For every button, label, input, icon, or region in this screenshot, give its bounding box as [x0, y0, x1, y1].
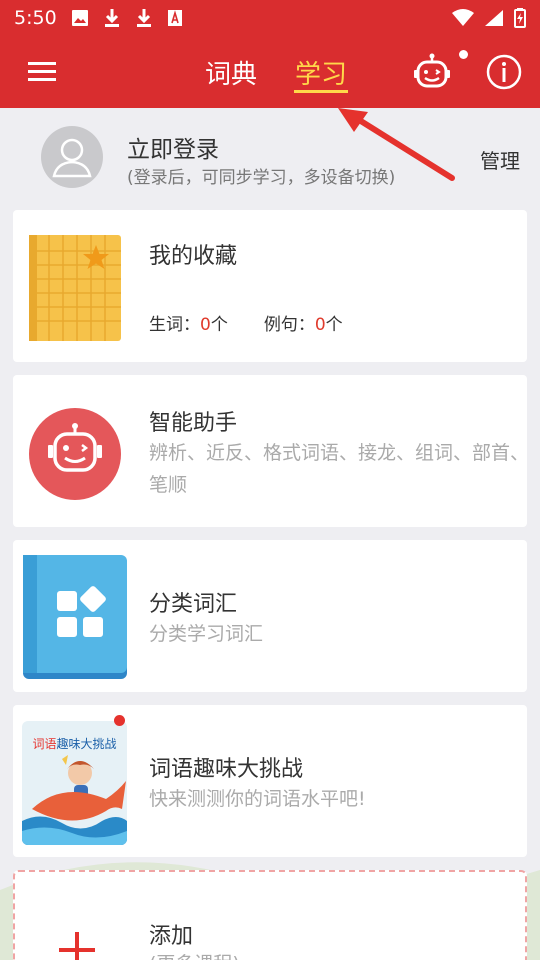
challenge-card[interactable]: 词语趣味大挑战 词语趣味大挑战 快来测测你的词语水平吧!	[13, 705, 527, 857]
status-time: 5:50	[14, 7, 57, 29]
active-tab-indicator	[294, 90, 348, 93]
robot-icon	[29, 408, 121, 500]
add-title: 添加	[149, 924, 194, 949]
login-title[interactable]: 立即登录	[127, 130, 219, 164]
add-course-card[interactable]: 添加 (更多课程)	[13, 870, 527, 960]
words-stat: 生词：0个	[149, 315, 228, 335]
signal-icon	[485, 10, 503, 26]
kid-on-fish-illustration-icon	[22, 755, 127, 845]
manage-button[interactable]: 管理	[480, 145, 520, 174]
tab-study[interactable]: 学习	[295, 54, 347, 91]
favorites-stats: 生词：0个 例句：0个	[149, 310, 343, 335]
robot-assistant-icon[interactable]	[412, 52, 452, 92]
add-subtitle: (更多课程)	[149, 948, 529, 960]
challenge-thumbnail: 词语趣味大挑战	[22, 721, 127, 845]
notebook-star-icon	[29, 235, 121, 341]
image-icon	[71, 10, 88, 26]
app-bar: 词典 学习	[0, 36, 540, 108]
battery-icon	[514, 8, 526, 28]
plus-icon	[59, 932, 95, 960]
challenge-title: 词语趣味大挑战	[149, 757, 304, 782]
assistant-title: 智能助手	[149, 411, 238, 436]
categories-card[interactable]: 分类词汇 分类学习词汇	[13, 540, 527, 692]
categories-description: 分类学习词汇	[149, 623, 264, 645]
favorites-card[interactable]: 我的收藏 生词：0个 例句：0个	[13, 210, 527, 362]
sentences-stat: 例句：0个	[263, 315, 343, 335]
sentences-count: 0	[314, 315, 326, 335]
favorites-title: 我的收藏	[149, 244, 238, 269]
info-icon[interactable]	[486, 54, 522, 90]
status-bar: 5:50	[0, 0, 540, 36]
download-icon	[104, 9, 119, 27]
challenge-new-dot	[114, 715, 125, 726]
avatar[interactable]	[41, 126, 103, 188]
words-count: 0	[200, 315, 211, 335]
assistant-card[interactable]: 智能助手 辨析、近反、格式词语、接龙、组词、部首、笔顺	[13, 375, 530, 527]
download-icon	[136, 9, 151, 27]
app-notification-icon	[167, 10, 182, 26]
assistant-description: 辨析、近反、格式词语、接龙、组词、部首、笔顺	[149, 442, 530, 496]
challenge-thumb-title: 词语趣味大挑战	[32, 737, 117, 751]
notification-dot	[459, 50, 468, 59]
menu-icon[interactable]	[26, 58, 58, 86]
challenge-description: 快来测测你的词语水平吧!	[149, 788, 366, 810]
user-icon	[52, 138, 92, 178]
annotation-arrow-icon	[338, 108, 455, 181]
category-book-icon	[23, 555, 127, 679]
categories-title: 分类词汇	[149, 592, 238, 617]
tab-dictionary[interactable]: 词典	[205, 54, 257, 91]
wifi-icon	[452, 9, 474, 26]
